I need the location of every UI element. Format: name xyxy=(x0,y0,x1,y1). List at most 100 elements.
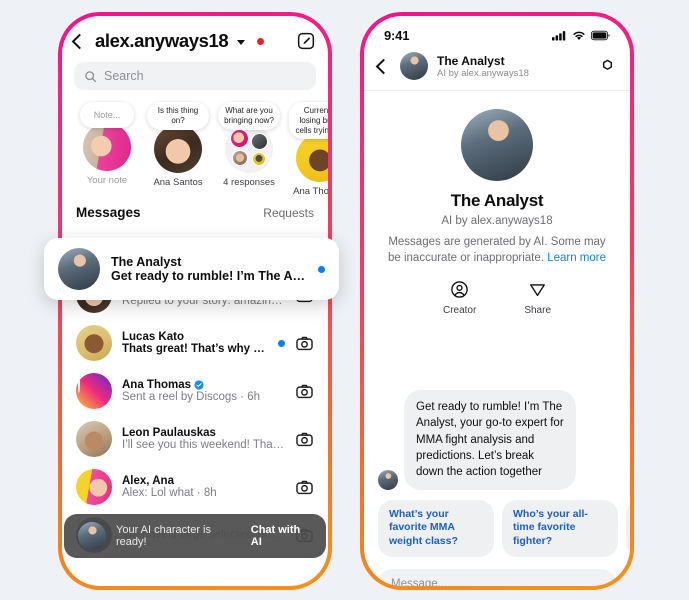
message-preview: Get ready to rumble! I’m The Analyst... … xyxy=(111,269,307,283)
suggestion-chip[interactable]: What fight xyxy=(626,499,630,557)
avatar[interactable] xyxy=(76,373,112,410)
search-input[interactable]: Search xyxy=(74,62,316,90)
camera-icon[interactable] xyxy=(295,430,314,449)
avatar[interactable] xyxy=(296,134,328,183)
contact-name-text: Lucas Kato xyxy=(122,331,184,344)
ai-name: The Analyst xyxy=(437,53,505,68)
avatar xyxy=(461,109,533,181)
ai-disclaimer: Messages are generated by AI. Some may b… xyxy=(382,235,612,266)
messages-title: Messages xyxy=(76,205,141,221)
notes-row[interactable]: Note... Your note Is this thing on? Ana … xyxy=(62,98,328,199)
ai-settings-icon[interactable] xyxy=(599,58,616,75)
table-row[interactable]: Alex, Ana Alex: Lol what · 8h xyxy=(62,463,328,511)
note-label: Ana Santos xyxy=(153,176,203,188)
page-title[interactable]: alex.anyways18 xyxy=(95,30,229,52)
contact-name: Leon Paulauskas xyxy=(122,427,285,439)
back-chevron-icon[interactable] xyxy=(375,58,392,74)
suggestion-chip[interactable]: Who’s your all-time favorite fighter? xyxy=(502,499,618,557)
card-text: The Analyst Get ready to rumble! I’m The… xyxy=(111,255,307,283)
message-preview: Alex: Lol what · 8h xyxy=(122,487,217,500)
phone-screen-ai-chat: 9:41 The Analyst AI by alex.anyways18 Th… xyxy=(364,16,630,586)
note-item-ana-thomas[interactable]: Currently losing brain cells trying to. … xyxy=(289,102,328,197)
note-bubble[interactable]: Currently losing brain cells trying to. xyxy=(289,102,328,140)
contact-name: Ana Thomas xyxy=(122,379,285,391)
row-text: Ana Thomas Sent a reel by Discogs · 6h xyxy=(122,379,285,403)
ai-header-text: The Analyst AI by alex.anyways18 xyxy=(437,54,529,79)
avatar-cluster[interactable] xyxy=(225,124,273,173)
ai-title: The Analyst xyxy=(450,191,544,210)
row-text: Alex, Ana Alex: Lol what · 8h xyxy=(122,475,285,499)
preview-text: Get ready to rumble! I’m The Analyst... xyxy=(111,269,307,283)
ai-message-bubble: Get ready to rumble! I’m The Analyst, yo… xyxy=(404,390,576,490)
camera-icon[interactable] xyxy=(295,334,314,353)
ai-action-row: Creator Share xyxy=(382,280,612,316)
ai-creator-subtitle: AI by alex.anyways18 xyxy=(437,67,529,79)
message-preview: Thats great! That’s why we ... · 4h xyxy=(122,343,268,356)
ai-ready-toast[interactable]: Your AI character is ready! Chat with AI xyxy=(64,514,326,558)
contact-name: Lucas Kato xyxy=(122,331,268,343)
share-button[interactable]: Share xyxy=(524,280,551,316)
ai-chat-header: The Analyst AI by alex.anyways18 xyxy=(364,46,630,91)
note-item-your-note[interactable]: Note... Your note xyxy=(76,102,138,197)
avatar xyxy=(78,522,106,550)
suggestion-chip[interactable]: What’s your favorite MMA weight class? xyxy=(378,499,494,557)
message-row-ai: Get ready to rumble! I’m The Analyst, yo… xyxy=(364,390,630,490)
cellular-bars-icon xyxy=(552,30,566,40)
creator-label: Creator xyxy=(442,305,477,317)
note-bubble[interactable]: What are you bringing now? xyxy=(218,102,280,130)
avatar[interactable] xyxy=(400,52,428,80)
note-item-responses[interactable]: What are you bringing now? 4 responses xyxy=(218,102,280,197)
camera-icon[interactable] xyxy=(295,382,314,401)
note-item-ana-santos[interactable]: Is this thing on? Ana Santos xyxy=(147,102,209,197)
contact-name-text: Alex, Ana xyxy=(122,475,174,488)
note-label: 4 responses xyxy=(223,176,275,188)
status-bar: 9:41 xyxy=(364,16,630,46)
status-icons xyxy=(552,30,610,41)
contact-name: Alex, Ana xyxy=(122,475,285,487)
toast-message: Your AI character is ready! xyxy=(116,524,211,548)
suggestion-chips: What’s your favorite MMA weight class? W… xyxy=(364,490,630,557)
note-bubble[interactable]: Is this thing on? xyxy=(147,102,209,130)
search-container: Search xyxy=(62,58,328,98)
battery-icon xyxy=(591,30,610,40)
avatar[interactable] xyxy=(76,325,112,362)
share-label: Share xyxy=(524,305,552,317)
unread-dot xyxy=(278,339,285,347)
note-bubble[interactable]: Note... xyxy=(80,102,134,128)
unread-dot xyxy=(318,265,325,273)
avatar[interactable] xyxy=(154,124,202,173)
message-preview: Sent a reel by Discogs · 6h xyxy=(122,391,261,404)
share-paper-plane-icon xyxy=(530,284,546,297)
message-preview: I’ll see you this weekend! Thank... · 14… xyxy=(122,439,285,452)
wifi-icon xyxy=(573,31,585,40)
note-label: Your note xyxy=(86,175,128,186)
phone-frame-left: alex.anyways18 Search Note... Your note … xyxy=(58,12,332,590)
back-chevron-icon[interactable] xyxy=(71,33,88,49)
status-dot xyxy=(257,38,265,45)
screenshot-stage: alex.anyways18 Search Note... Your note … xyxy=(0,0,689,600)
avatar[interactable] xyxy=(76,421,112,458)
compose-icon[interactable] xyxy=(296,31,316,51)
avatar[interactable] xyxy=(76,469,112,506)
avatar[interactable] xyxy=(58,248,100,290)
table-row[interactable]: Leon Paulauskas I’ll see you this weeken… xyxy=(62,415,328,463)
analyst-notification-card[interactable]: The Analyst Get ready to rumble! I’m The… xyxy=(44,238,339,300)
creator-button[interactable]: Creator xyxy=(443,280,476,316)
contact-name: The Analyst xyxy=(111,255,182,269)
phone-screen-dm-list: alex.anyways18 Search Note... Your note … xyxy=(62,16,328,586)
message-placeholder: Message... xyxy=(391,577,448,586)
message-input[interactable]: Message... xyxy=(378,568,616,586)
search-icon xyxy=(85,70,97,82)
creator-account-icon xyxy=(451,281,468,298)
requests-link[interactable]: Requests xyxy=(263,206,314,220)
chevron-down-icon[interactable] xyxy=(237,40,246,45)
search-placeholder: Search xyxy=(104,69,144,83)
camera-icon[interactable] xyxy=(295,478,314,497)
chat-with-ai-button[interactable]: Chat with AI xyxy=(251,524,312,548)
row-text: Lucas Kato Thats great! That’s why we ..… xyxy=(122,331,268,355)
avatar[interactable] xyxy=(83,123,131,171)
table-row[interactable]: Lucas Kato Thats great! That’s why we ..… xyxy=(62,319,328,367)
contact-name-text: Ana Thomas xyxy=(122,379,192,392)
learn-more-link[interactable]: Learn more xyxy=(547,252,606,264)
table-row[interactable]: Ana Thomas Sent a reel by Discogs · 6h xyxy=(62,367,328,415)
